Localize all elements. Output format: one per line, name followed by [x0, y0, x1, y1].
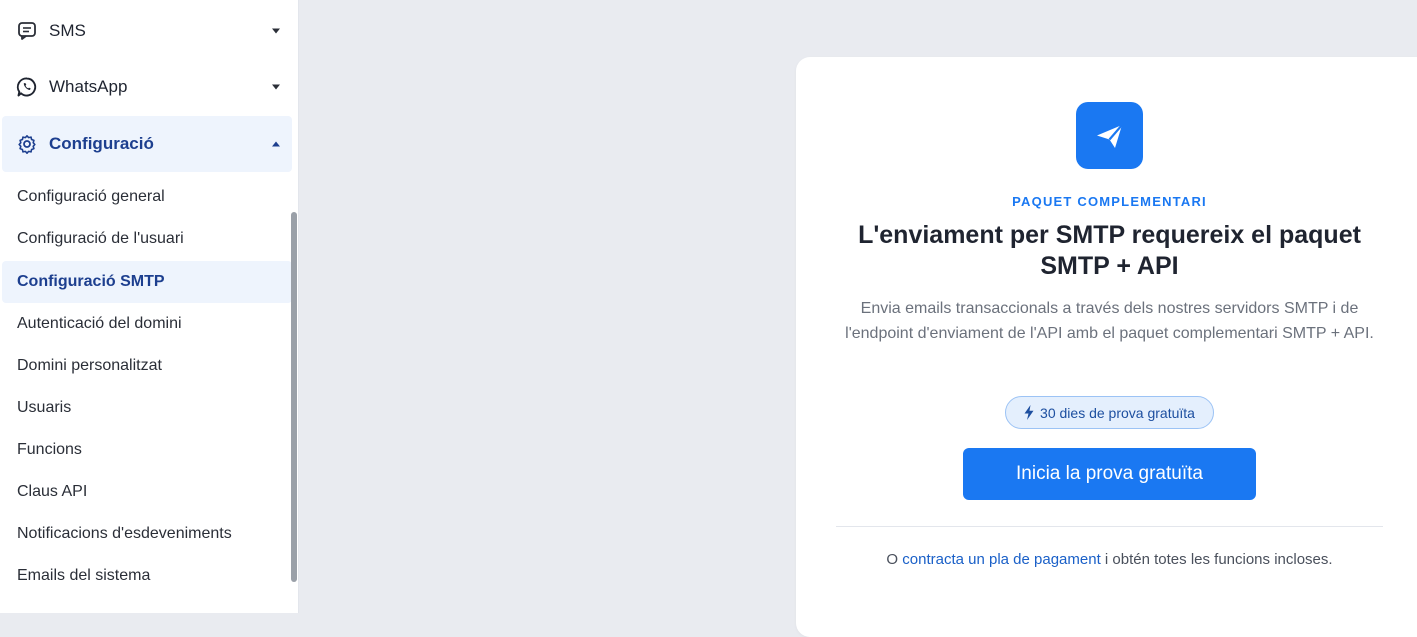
chevron-up-icon	[272, 141, 280, 147]
sidebar-item-whatsapp[interactable]: WhatsApp	[2, 59, 292, 115]
sidebar-subitem-funcions[interactable]: Funcions	[2, 429, 292, 471]
free-trial-badge: 30 dies de prova gratuïta	[1005, 396, 1214, 429]
sidebar-item-sms[interactable]: SMS	[2, 3, 292, 59]
sidebar-subitem-configuracio-smtp[interactable]: Configuració SMTP	[2, 261, 292, 303]
chevron-down-icon	[272, 28, 280, 34]
upsell-footer: O contracta un pla de pagament i obtén t…	[796, 551, 1417, 568]
sidebar-subitem-autenticacio-domini[interactable]: Autenticació del domini	[2, 303, 292, 345]
sidebar-item-label: WhatsApp	[49, 77, 128, 96]
sidebar-subitem-claus-api[interactable]: Claus API	[2, 471, 292, 513]
sidebar-subitem-notificacions[interactable]: Notificacions d'esdeveniments	[2, 513, 292, 555]
footer-prefix: O	[886, 551, 899, 568]
upsell-headline: L'enviament per SMTP requereix el paquet…	[858, 221, 1361, 280]
sms-icon	[16, 20, 38, 42]
sidebar-item-configuracio[interactable]: Configuració	[2, 116, 292, 172]
sidebar-subitem-usuaris[interactable]: Usuaris	[2, 387, 292, 429]
chevron-down-icon	[272, 84, 280, 90]
sidebar-item-label: SMS	[49, 21, 86, 40]
sidebar-subitem-configuracio-usuari[interactable]: Configuració de l'usuari	[2, 218, 292, 260]
lightning-icon	[1024, 405, 1034, 420]
paid-plan-link[interactable]: contracta un pla de pagament	[902, 551, 1100, 568]
divider	[836, 526, 1383, 527]
sidebar-item-label: Configuració	[49, 134, 154, 153]
sidebar-scrollbar[interactable]	[291, 212, 297, 582]
whatsapp-icon	[16, 76, 38, 98]
sidebar-subitem-configuracio-general[interactable]: Configuració general	[2, 176, 292, 218]
badge-label: 30 dies de prova gratuïta	[1040, 404, 1195, 421]
start-free-trial-button[interactable]: Inicia la prova gratuïta	[963, 448, 1256, 500]
sidebar-subitem-domini-personalitzat[interactable]: Domini personalitzat	[2, 345, 292, 387]
sidebar: SMS WhatsApp Configuració Configuració g…	[0, 0, 299, 613]
smtp-upsell-card: PAQUET COMPLEMENTARI L'enviament per SMT…	[796, 57, 1417, 637]
footer-suffix: i obtén totes les funcions incloses.	[1104, 551, 1333, 568]
addon-eyebrow: PAQUET COMPLEMENTARI	[1012, 194, 1207, 209]
upsell-description: Envia emails transaccionals a través del…	[845, 300, 1374, 342]
paper-plane-icon	[1076, 102, 1143, 169]
gear-icon	[16, 133, 38, 155]
sidebar-subitem-emails-sistema[interactable]: Emails del sistema	[2, 555, 292, 597]
